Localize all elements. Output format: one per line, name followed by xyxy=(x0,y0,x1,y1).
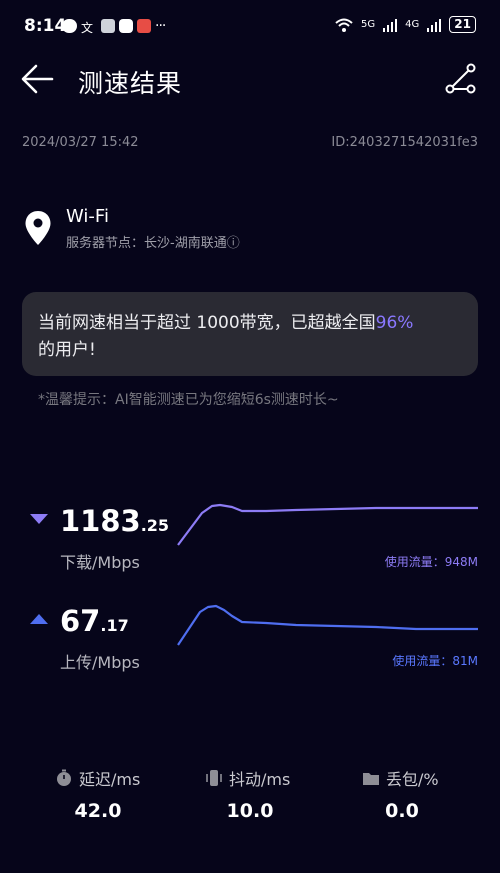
ai-hint: *温馨提示：AI智能测速已为您缩短6s测速时长~ xyxy=(38,392,339,408)
latency-label: 延迟/ms xyxy=(79,770,141,789)
wechat-icon xyxy=(62,19,77,33)
download-value-dec: .25 xyxy=(140,516,170,535)
upload-value-dec: .17 xyxy=(100,616,129,635)
folder-icon xyxy=(363,773,379,785)
server-node: 服务器节点：长沙-湖南联通ⓘ xyxy=(66,236,240,251)
banner-text: 当前网速相当于超过 1000带宽，已超越全国 xyxy=(38,313,376,333)
app-icon-3 xyxy=(137,19,151,33)
status-right: 5G 4G 21 xyxy=(335,16,476,33)
download-chart xyxy=(177,503,478,546)
jitter-label: 抖动/ms xyxy=(229,770,291,789)
download-label: 下载/Mbps xyxy=(60,553,140,572)
loss-value: 0.0 xyxy=(385,800,419,822)
more-icon: ··· xyxy=(155,18,166,34)
jitter-header: 抖动/ms xyxy=(205,766,290,790)
upload-value-int: 67 xyxy=(60,604,101,638)
test-id: ID:2403271542031fe3 xyxy=(331,135,478,150)
latency-header: 延迟/ms xyxy=(55,766,140,790)
download-value-int: 1183 xyxy=(60,504,141,538)
download-arrow-icon xyxy=(30,514,48,524)
translate-icon: 文 xyxy=(81,21,94,35)
upload-speed: 67.17 xyxy=(60,604,129,638)
page-title: 测速结果 xyxy=(78,69,183,98)
signal-icon xyxy=(383,18,398,32)
banner-percent: 96% xyxy=(375,313,414,333)
network-5g: 5G xyxy=(361,19,376,30)
upload-arrow-icon xyxy=(30,614,48,624)
vibration-icon xyxy=(206,770,222,786)
banner-text-2: 的用户! xyxy=(38,340,96,360)
app-icon-2 xyxy=(119,19,133,33)
app-icon xyxy=(101,19,115,33)
jitter-value: 10.0 xyxy=(226,800,274,822)
status-time: 8:14 xyxy=(24,16,67,36)
battery-indicator: 21 xyxy=(449,16,476,33)
download-speed: 1183.25 xyxy=(60,504,169,538)
upload-chart xyxy=(177,604,478,646)
wifi-icon xyxy=(335,18,353,32)
location-pin-icon xyxy=(25,211,51,245)
latency-value: 42.0 xyxy=(74,800,122,822)
summary-banner: 当前网速相当于超过 1000带宽，已超越全国96% 的用户! xyxy=(22,292,478,376)
status-app-icons: 文 ··· xyxy=(62,18,166,35)
download-line xyxy=(177,503,478,546)
connection-type: Wi-Fi xyxy=(66,206,109,227)
signal-icon-2 xyxy=(427,18,442,32)
upload-line xyxy=(177,604,478,646)
share-icon[interactable] xyxy=(444,62,478,96)
test-datetime: 2024/03/27 15:42 xyxy=(22,135,139,150)
stopwatch-icon xyxy=(57,769,71,786)
back-arrow-icon[interactable] xyxy=(18,60,58,98)
network-4g: 4G xyxy=(405,19,420,30)
loss-label: 丢包/% xyxy=(386,770,439,789)
loss-header: 丢包/% xyxy=(362,766,439,790)
download-traffic: 使用流量：948M xyxy=(384,555,478,569)
upload-traffic: 使用流量：81M xyxy=(392,654,478,668)
upload-label: 上传/Mbps xyxy=(60,653,140,672)
